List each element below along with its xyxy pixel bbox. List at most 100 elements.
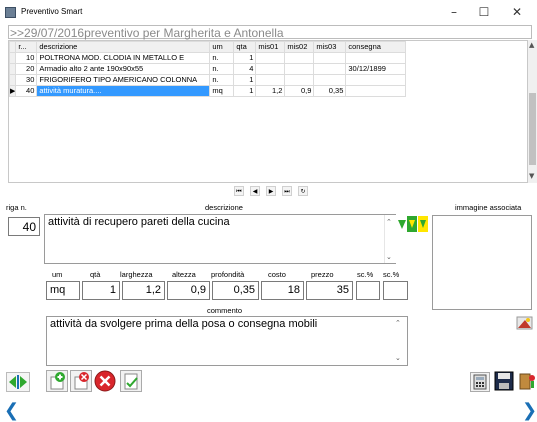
nav-prev-button[interactable]: ◀ bbox=[250, 186, 260, 196]
table-row[interactable]: 10 POLTRONA MOD. CLODIA IN METALLO E n. … bbox=[9, 52, 407, 64]
exit-icon[interactable] bbox=[517, 370, 537, 392]
cell-mis02[interactable] bbox=[284, 52, 315, 64]
cell-r[interactable]: 20 bbox=[15, 63, 38, 75]
table-row[interactable]: 20 Armadio alto 2 ante 190x90x55 n. 4 30… bbox=[9, 63, 407, 75]
cell-consegna[interactable] bbox=[345, 85, 407, 97]
scroll-down-icon[interactable]: ⌄ bbox=[386, 253, 392, 261]
prezzo-field[interactable]: 35 bbox=[306, 281, 353, 300]
descrizione-textarea[interactable]: attività di recupero pareti della cucina bbox=[44, 214, 396, 264]
column-header-um[interactable]: um bbox=[209, 41, 235, 53]
next-page-icon[interactable]: ❯ bbox=[522, 402, 537, 420]
table-row[interactable]: 30 FRIGORIFERO TIPO AMERICANO COLONNA n.… bbox=[9, 74, 407, 86]
scroll-down-icon[interactable]: ⌄ bbox=[395, 354, 401, 362]
cell-um[interactable]: mq bbox=[209, 85, 235, 97]
scroll-down-icon[interactable]: ▼ bbox=[529, 172, 534, 180]
grid-scroll-thumb[interactable] bbox=[529, 93, 536, 165]
sconto2-field[interactable] bbox=[383, 281, 408, 300]
column-header-descrizione[interactable]: descrizione bbox=[36, 41, 211, 53]
costo-field[interactable]: 18 bbox=[261, 281, 304, 300]
move-down-green-icon[interactable] bbox=[407, 216, 417, 232]
cell-r[interactable]: 40 bbox=[15, 85, 38, 97]
um-label: um bbox=[52, 270, 63, 279]
split-arrows-icon[interactable] bbox=[6, 372, 30, 392]
column-header-qta[interactable]: qta bbox=[233, 41, 257, 53]
cell-descrizione[interactable]: FRIGORIFERO TIPO AMERICANO COLONNA bbox=[36, 74, 211, 86]
cell-mis03[interactable] bbox=[313, 63, 347, 75]
column-header-mis01[interactable]: mis01 bbox=[255, 41, 286, 53]
cell-mis01[interactable] bbox=[255, 52, 286, 64]
nav-last-button[interactable]: ⏭ bbox=[282, 186, 292, 196]
row-pointer-icon: ▶ bbox=[9, 85, 17, 97]
move-down-icon[interactable] bbox=[397, 217, 407, 231]
app-icon bbox=[5, 7, 16, 18]
nav-next-button[interactable]: ▶ bbox=[266, 186, 276, 196]
cell-qta[interactable]: 4 bbox=[233, 63, 257, 75]
items-grid[interactable]: r... descrizione um qta mis01 mis02 mis0… bbox=[8, 40, 528, 183]
save-icon[interactable] bbox=[493, 370, 515, 392]
sconto2-label: sc.% bbox=[383, 270, 400, 279]
column-header-r[interactable]: r... bbox=[15, 41, 38, 53]
cell-r[interactable]: 10 bbox=[15, 52, 38, 64]
maximize-button[interactable]: ☐ bbox=[470, 4, 498, 20]
scroll-up-icon[interactable]: ▲ bbox=[529, 41, 534, 49]
scroll-up-icon[interactable]: ⌃ bbox=[395, 319, 401, 327]
profondita-label: profondità bbox=[211, 270, 245, 279]
cell-mis01[interactable]: 1,2 bbox=[255, 85, 286, 97]
move-down-yellow-icon[interactable] bbox=[418, 216, 428, 232]
nav-first-button[interactable]: ⏮ bbox=[234, 186, 244, 196]
add-button[interactable] bbox=[46, 370, 68, 392]
cell-um[interactable]: n. bbox=[209, 63, 235, 75]
cancel-button[interactable] bbox=[94, 370, 116, 392]
column-header-mis02[interactable]: mis02 bbox=[284, 41, 315, 53]
column-header-mis03[interactable]: mis03 bbox=[313, 41, 347, 53]
scroll-up-icon[interactable]: ⌃ bbox=[386, 218, 392, 226]
cell-consegna[interactable] bbox=[345, 74, 407, 86]
column-header-consegna[interactable]: consegna bbox=[345, 41, 407, 53]
qta-label: qtà bbox=[90, 270, 101, 279]
cell-qta[interactable]: 1 bbox=[233, 52, 257, 64]
confirm-button[interactable] bbox=[120, 370, 142, 392]
calculator-icon[interactable] bbox=[470, 372, 490, 392]
cell-mis02[interactable] bbox=[284, 74, 315, 86]
sconto1-field[interactable] bbox=[356, 281, 380, 300]
cell-consegna[interactable] bbox=[345, 52, 407, 64]
altezza-field[interactable]: 0,9 bbox=[167, 281, 210, 300]
cell-mis03[interactable]: 0,35 bbox=[313, 85, 347, 97]
cell-mis03[interactable] bbox=[313, 52, 347, 64]
cell-mis01[interactable] bbox=[255, 63, 286, 75]
costo-label: costo bbox=[268, 270, 286, 279]
grid-header-row: r... descrizione um qta mis01 mis02 mis0… bbox=[9, 41, 407, 53]
previous-page-icon[interactable]: ❮ bbox=[4, 402, 19, 420]
items-table: r... descrizione um qta mis01 mis02 mis0… bbox=[9, 41, 407, 97]
cell-mis01[interactable] bbox=[255, 74, 286, 86]
commento-textarea[interactable]: attività da svolgere prima della posa o … bbox=[46, 316, 408, 366]
cell-um[interactable]: n. bbox=[209, 52, 235, 64]
profondita-field[interactable]: 0,35 bbox=[212, 281, 259, 300]
um-field[interactable]: mq bbox=[46, 281, 80, 300]
cell-qta[interactable]: 1 bbox=[233, 85, 257, 97]
larghezza-field[interactable]: 1,2 bbox=[122, 281, 165, 300]
cell-qta[interactable]: 1 bbox=[233, 74, 257, 86]
header-title: >>29/07/2016preventivo per Margherita e … bbox=[10, 26, 284, 40]
cell-mis03[interactable] bbox=[313, 74, 347, 86]
remove-button[interactable] bbox=[70, 370, 92, 392]
cell-mis02[interactable] bbox=[284, 63, 315, 75]
riga-field[interactable]: 40 bbox=[8, 217, 40, 236]
cell-descrizione[interactable]: attività muratura.... bbox=[36, 85, 211, 97]
commento-text: attività da svolgere prima della posa o … bbox=[50, 318, 318, 330]
image-preview-box[interactable] bbox=[432, 215, 532, 310]
descrizione-label: descrizione bbox=[205, 203, 243, 212]
cell-mis02[interactable]: 0,9 bbox=[284, 85, 315, 97]
commento-label: commento bbox=[207, 306, 243, 315]
qta-field[interactable]: 1 bbox=[82, 281, 120, 300]
load-image-icon[interactable] bbox=[515, 312, 535, 332]
nav-refresh-button[interactable]: ↻ bbox=[298, 186, 308, 196]
table-row-selected[interactable]: ▶ 40 attività muratura.... mq 1 1,2 0,9 … bbox=[9, 85, 407, 97]
close-button[interactable]: ✕ bbox=[503, 4, 531, 20]
cell-descrizione[interactable]: POLTRONA MOD. CLODIA IN METALLO E bbox=[36, 52, 211, 64]
cell-um[interactable]: n. bbox=[209, 74, 235, 86]
cell-descrizione[interactable]: Armadio alto 2 ante 190x90x55 bbox=[36, 63, 211, 75]
cell-consegna[interactable]: 30/12/1899 bbox=[345, 63, 407, 75]
cell-r[interactable]: 30 bbox=[15, 74, 38, 86]
minimize-button[interactable]: – bbox=[440, 4, 468, 20]
